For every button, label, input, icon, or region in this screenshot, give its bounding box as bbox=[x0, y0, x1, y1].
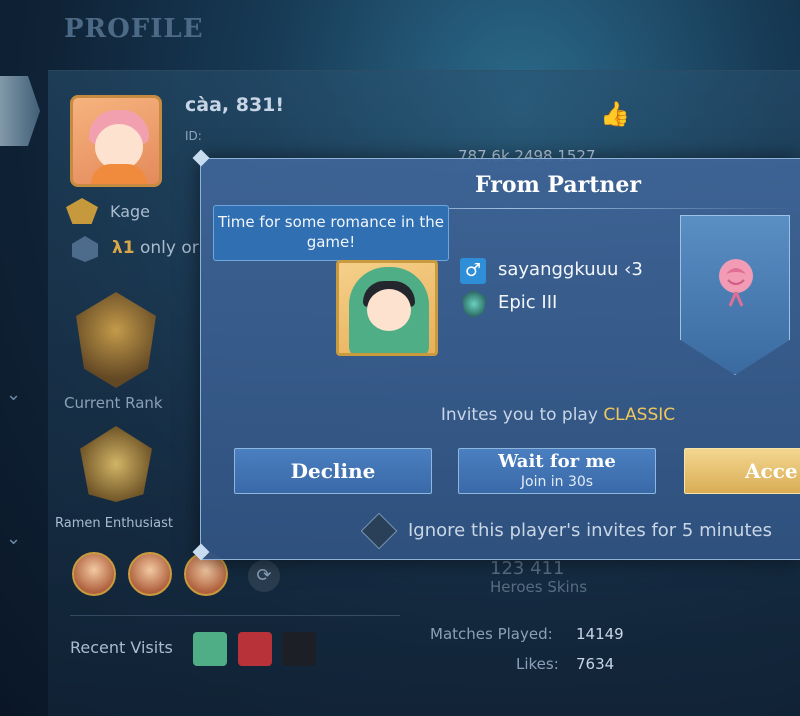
rank-title: Kage bbox=[110, 202, 151, 221]
wait-button[interactable]: Wait for me Join in 30s bbox=[458, 448, 656, 494]
game-mode: CLASSIC bbox=[603, 405, 676, 425]
thumbs-up-icon[interactable]: 👍 bbox=[600, 100, 630, 128]
visitor-avatar[interactable] bbox=[282, 632, 316, 666]
partner-rank: Epic III bbox=[498, 292, 558, 313]
message-bubble: Time for some romance in the game! bbox=[213, 205, 449, 261]
invite-message: Invites you to play CLASSIC bbox=[440, 405, 676, 425]
page-title: PROFILE bbox=[64, 14, 204, 44]
heroes-skins-labels: Heroes Skins bbox=[490, 578, 588, 596]
decline-button[interactable]: Decline bbox=[234, 448, 432, 494]
dialog-title: From Partner bbox=[475, 172, 641, 198]
swap-icon[interactable]: ⟳ bbox=[248, 560, 280, 592]
wait-countdown: Join in 30s bbox=[520, 474, 594, 490]
ignore-label[interactable]: Ignore this player's invites for 5 minut… bbox=[408, 520, 772, 541]
avatar[interactable] bbox=[70, 95, 162, 187]
hero-avatar[interactable] bbox=[72, 552, 116, 596]
left-tab-arrow[interactable] bbox=[0, 76, 40, 146]
accept-button[interactable]: Acce bbox=[684, 448, 800, 494]
partner-name: sayanggkuuu ‹3 bbox=[498, 259, 643, 280]
likes-label: Likes: bbox=[516, 655, 559, 673]
partner-avatar[interactable] bbox=[336, 260, 438, 356]
rose-icon bbox=[719, 259, 753, 307]
emblem-label: Ramen Enthusiast bbox=[55, 516, 173, 531]
likes-value: 7634 bbox=[576, 655, 615, 673]
male-icon: ♂ bbox=[460, 258, 486, 284]
visitor-avatar[interactable] bbox=[238, 632, 272, 666]
player-id: ID: bbox=[185, 129, 202, 143]
player-name: càa, 831! bbox=[185, 94, 285, 116]
hero-avatar[interactable] bbox=[128, 552, 172, 596]
matches-played-label: Matches Played: bbox=[430, 625, 553, 643]
wait-label: Wait for me bbox=[498, 451, 616, 472]
current-rank-label: Current Rank bbox=[64, 394, 163, 412]
matches-played-value: 14149 bbox=[576, 625, 624, 643]
signature-text: λ1 only or bbox=[112, 238, 199, 258]
heroes-skins-counts: 123 411 bbox=[490, 558, 565, 579]
chevron-down-icon[interactable]: ⌄ bbox=[6, 528, 21, 549]
visitor-avatar[interactable] bbox=[193, 632, 227, 666]
divider bbox=[70, 615, 400, 616]
chevron-down-icon[interactable]: ⌄ bbox=[6, 384, 21, 405]
recent-visits-label: Recent Visits bbox=[70, 638, 173, 657]
